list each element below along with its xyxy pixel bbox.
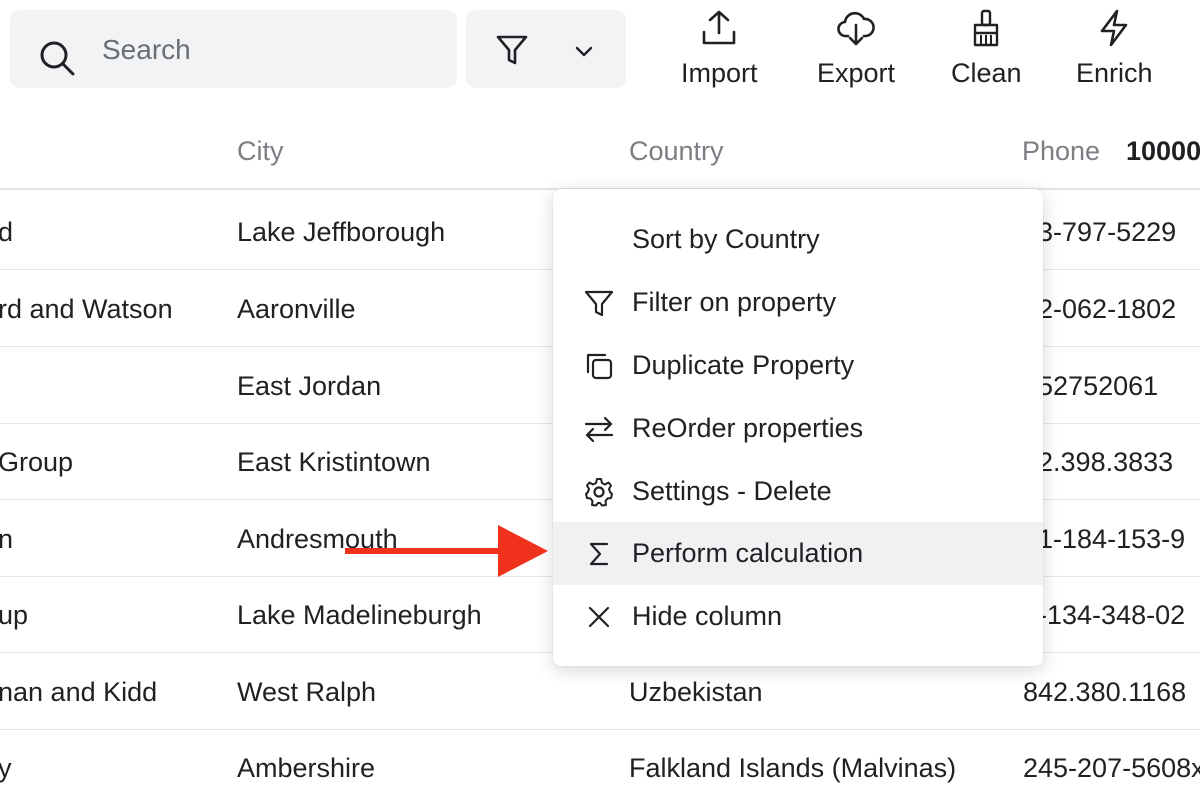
menu-item-label: Duplicate Property [632, 350, 855, 380]
gear-icon [585, 478, 613, 507]
column-header-country[interactable]: Country [629, 136, 724, 167]
cell-phone: 01-184-153-9 [1023, 524, 1186, 554]
search-input[interactable] [100, 30, 444, 70]
cell-phone: 245-207-5608x [1023, 753, 1200, 783]
cell-phone: 1-134-348-02 [1023, 600, 1186, 630]
cell-city: East Kristintown [237, 447, 431, 477]
column-header-city[interactable]: City [237, 136, 284, 167]
cell-phone: 43-797-5229 [1023, 217, 1177, 247]
cell-country: Uzbekistan [629, 677, 763, 707]
cell-city: Lake Madelineburgh [237, 600, 482, 630]
cell-name: d [0, 217, 14, 247]
menu-item-hide[interactable]: Hide column [553, 585, 1043, 648]
cloud-download-icon [837, 11, 875, 46]
filter-icon [584, 290, 614, 317]
cell-city: East Jordan [237, 371, 382, 401]
clean-label: Clean [951, 58, 1022, 88]
menu-item-label: Filter on property [632, 287, 837, 317]
cell-name: up [0, 600, 29, 630]
cell-name: y [0, 753, 12, 783]
cell-name: rd and Watson [0, 294, 173, 324]
menu-item-filter[interactable]: Filter on property [553, 271, 1043, 334]
annotation-arrow-icon [345, 525, 548, 577]
menu-item-sort[interactable]: Sort by Country [553, 208, 1043, 271]
enrich-button[interactable]: Enrich [1076, 8, 1153, 90]
copy-icon [586, 353, 613, 380]
sigma-icon [589, 542, 609, 566]
cell-country: Falkland Islands (Malvinas) [629, 753, 957, 783]
menu-item-reorder[interactable]: ReOrder properties [553, 397, 1043, 460]
cell-city: Aaronville [237, 294, 356, 324]
cell-phone: 32-062-1802 [1023, 294, 1177, 324]
menu-item-label: Hide column [632, 601, 783, 631]
swap-arrows-icon [584, 416, 614, 443]
cell-phone: 352752061 [1023, 371, 1159, 401]
menu-item-settings[interactable]: Settings - Delete [553, 460, 1043, 523]
import-button[interactable]: Import [681, 8, 758, 90]
cell-city: Ambershire [237, 753, 376, 783]
menu-item-label: Sort by Country [632, 224, 820, 254]
enrich-label: Enrich [1076, 58, 1153, 88]
menu-item-calculation[interactable]: Perform calculation [553, 522, 1043, 585]
menu-item-label: ReOrder properties [632, 413, 864, 443]
cell-name: Group [0, 447, 74, 477]
column-header-phone[interactable]: Phone [1022, 136, 1100, 167]
cell-phone: 842.380.1168 [1023, 677, 1187, 707]
import-label: Import [681, 58, 758, 88]
filter-dropdown-button[interactable] [466, 10, 626, 88]
table-row[interactable]: y Ambershire Falkland Islands (Malvinas)… [0, 729, 1200, 805]
cell-city: Lake Jeffborough [237, 217, 446, 247]
cell-name: n [0, 524, 14, 554]
close-icon [588, 606, 610, 628]
menu-item-duplicate[interactable]: Duplicate Property [553, 334, 1043, 397]
export-label: Export [817, 58, 896, 88]
clean-button[interactable]: Clean [951, 8, 1022, 90]
menu-item-label: Perform calculation [632, 538, 864, 568]
column-context-menu: Sort by Country Filter on property Dupli… [553, 189, 1043, 666]
cell-name: nan and Kidd [0, 677, 158, 707]
column-header-extra[interactable]: 10000 [1126, 136, 1200, 167]
lightning-icon [1100, 9, 1128, 47]
menu-item-label: Settings - Delete [632, 476, 832, 506]
broom-icon [974, 9, 999, 47]
search-icon [40, 41, 75, 76]
upload-icon [702, 10, 736, 45]
search-box[interactable] [10, 10, 457, 88]
filter-icon [496, 35, 528, 65]
cell-city: West Ralph [237, 677, 377, 707]
cell-phone: 02.398.3833 [1023, 447, 1174, 477]
export-button[interactable]: Export [817, 8, 895, 90]
chevron-down-icon [575, 46, 593, 57]
